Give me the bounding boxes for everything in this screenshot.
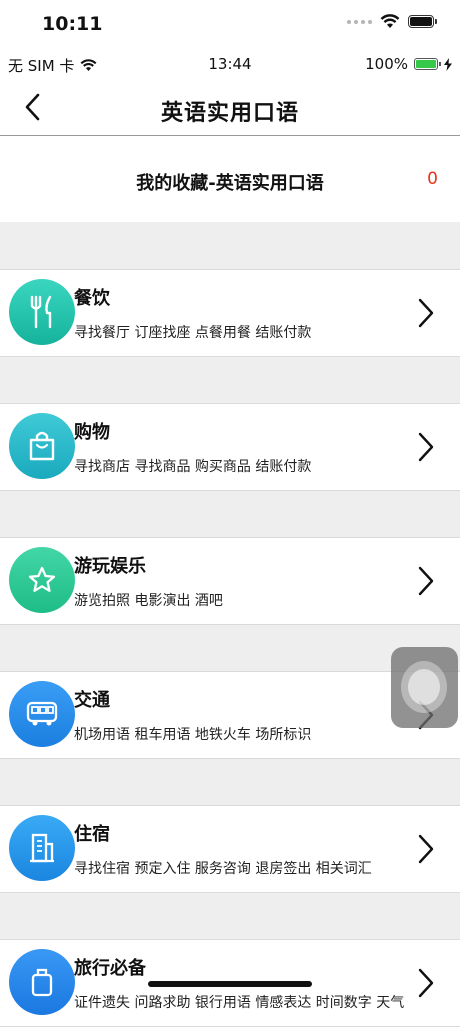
system-time: 10:11 [42,13,103,35]
category-icon-circle [9,279,75,345]
category-icon-circle [9,949,75,1015]
chevron-right-icon [418,298,434,328]
wifi-icon [380,14,400,28]
favorites-label: 我的收藏-英语实用口语 [136,173,324,194]
suitcase-icon [31,968,53,997]
fork-knife-icon [30,295,52,329]
category-subtitle: 游览拍照 电影演出 酒吧 [74,593,223,609]
home-indicator[interactable] [148,981,312,987]
charging-bolt-icon [444,57,452,71]
category-subtitle: 机场用语 租车用语 地铁火车 场所标识 [74,727,312,743]
category-subtitle: 证件遗失 问路求助 银行用语 情感表达 时间数字 天气 [74,995,405,1011]
shopping-bag-icon [29,431,55,461]
category-icon-circle [9,681,75,747]
star-icon [28,566,56,592]
system-status-bar: 10:11 [0,0,460,46]
building-icon [30,833,54,863]
favorites-count: 0 [427,169,438,189]
assistive-touch-button[interactable] [391,647,458,728]
system-indicators [347,14,437,29]
signal-dots-icon [347,19,372,24]
category-dining[interactable]: 餐饮 寻找餐厅 订座找座 点餐用餐 结账付款 [0,269,460,357]
chevron-right-icon [418,968,434,998]
bus-icon [26,701,58,726]
chevron-right-icon [418,834,434,864]
battery-icon [414,58,441,70]
category-title: 交通 [74,690,110,711]
category-icon-circle [9,815,75,881]
category-subtitle: 寻找商店 寻找商品 购买商品 结账付款 [74,459,312,475]
app-status-bar: 无 SIM 卡 13:44 100% [0,46,460,82]
category-title: 餐饮 [74,288,110,309]
category-title: 住宿 [74,824,110,845]
chevron-right-icon [418,432,434,462]
favorites-row[interactable]: 我的收藏-英语实用口语 0 [0,136,460,222]
category-subtitle: 寻找住宿 预定入住 服务咨询 退房签出 相关词汇 [74,861,372,877]
category-entertainment[interactable]: 游玩娱乐 游览拍照 电影演出 酒吧 [0,537,460,625]
category-title: 游玩娱乐 [74,556,146,577]
category-icon-circle [9,413,75,479]
category-shopping[interactable]: 购物 寻找商店 寻找商品 购买商品 结账付款 [0,403,460,491]
category-title: 购物 [74,422,110,443]
category-subtitle: 寻找餐厅 订座找座 点餐用餐 结账付款 [74,325,312,341]
battery-icon [408,15,437,28]
navigation-bar: 英语实用口语 [0,82,460,136]
page-title: 英语实用口语 [160,101,299,126]
category-title: 旅行必备 [74,958,146,979]
category-icon-circle [9,547,75,613]
battery-percent: 100% [365,55,408,73]
chevron-right-icon [418,566,434,596]
category-accommodation[interactable]: 住宿 寻找住宿 预定入住 服务咨询 退房签出 相关词汇 [0,805,460,893]
